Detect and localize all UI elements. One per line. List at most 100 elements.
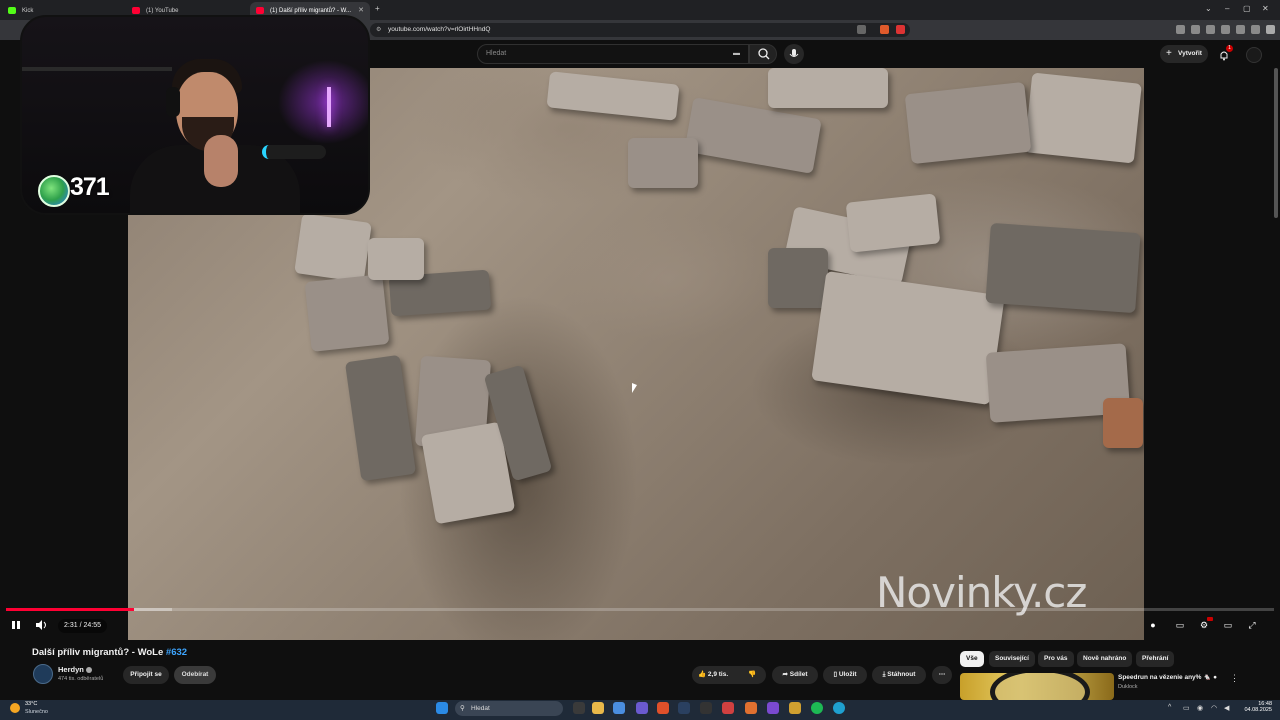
share-icon: ➦ xyxy=(782,671,788,678)
chip-related[interactable]: Související xyxy=(989,651,1035,667)
download-label: Stáhnout xyxy=(887,671,916,678)
channel-avatar[interactable] xyxy=(33,664,53,684)
vpn-icon[interactable] xyxy=(1251,25,1260,34)
dislike-button[interactable]: 👎 xyxy=(748,666,756,684)
video-title-text: Další příliv migrantů? - WoLe xyxy=(32,647,166,658)
stone xyxy=(811,271,1005,405)
microphone-arm xyxy=(262,145,326,159)
share-button[interactable]: ➦ Sdílet xyxy=(772,666,818,684)
stone xyxy=(768,248,828,308)
globe-icon xyxy=(38,175,70,207)
taskbar-clock[interactable]: 16:48 04.08.2025 xyxy=(1242,701,1272,713)
discord-icon[interactable] xyxy=(636,702,648,714)
weather-temperature[interactable]: 33°C xyxy=(25,701,37,707)
channel-name[interactable]: Herdyn xyxy=(58,665,92,674)
hd-badge xyxy=(1207,617,1213,621)
time-display: 2:31 / 24:55 xyxy=(58,619,107,633)
task-view-icon[interactable] xyxy=(573,702,585,714)
keyboard-icon[interactable]: ▬ xyxy=(733,45,740,63)
store-icon[interactable] xyxy=(613,702,625,714)
volume-button[interactable] xyxy=(35,619,49,634)
url-field[interactable]: ⚙ youtube.com/watch?v=rlOirtHHndQ xyxy=(370,23,910,37)
progress-bar[interactable] xyxy=(6,608,1274,611)
extension-icon[interactable] xyxy=(1176,25,1185,34)
theater-mode-icon[interactable]: ▭ xyxy=(1222,619,1234,631)
chip-watched[interactable]: Přehrání xyxy=(1136,651,1175,667)
save-button[interactable]: ▯ Uložit xyxy=(823,666,867,684)
wallet-icon[interactable] xyxy=(1221,25,1230,34)
network-icon[interactable]: ◠ xyxy=(1211,704,1217,712)
search-button[interactable] xyxy=(749,44,777,64)
chip-for-you[interactable]: Pro vás xyxy=(1038,651,1074,667)
site-info-icon[interactable]: ⚙ xyxy=(376,23,381,37)
weather-condition[interactable]: Slunečno xyxy=(25,709,48,715)
share-label: Sdílet xyxy=(789,671,808,678)
pause-button[interactable] xyxy=(10,619,22,634)
chip-all[interactable]: Vše xyxy=(960,651,984,667)
volume-icon xyxy=(36,620,46,630)
webcam-overlay: 371 xyxy=(20,15,370,215)
tray-chevron-icon[interactable]: ^ xyxy=(1168,704,1171,711)
media-icon[interactable] xyxy=(1191,25,1200,34)
stone xyxy=(684,97,822,174)
create-label: Vytvořit xyxy=(1178,50,1202,57)
taskbar-search-placeholder: Hledat xyxy=(471,705,490,712)
edge-icon[interactable] xyxy=(833,702,845,714)
recommended-channel[interactable]: Duklock xyxy=(1118,684,1138,690)
steam-icon[interactable] xyxy=(678,702,690,714)
minimize-icon[interactable]: – xyxy=(1225,4,1229,13)
cast-icon[interactable] xyxy=(857,25,866,34)
search-placeholder: Hledat xyxy=(486,50,507,57)
notification-badge: 1 xyxy=(1226,45,1233,52)
settings-button[interactable]: ⚙ xyxy=(1198,617,1213,631)
tab-list-icon[interactable]: ⌄ xyxy=(1205,4,1212,13)
sun-icon[interactable] xyxy=(10,703,20,713)
recommended-title[interactable]: Speedrun na vězenie any% 🐁 ● xyxy=(1118,673,1217,681)
new-tab-icon[interactable]: + xyxy=(375,4,380,13)
close-window-icon[interactable]: ✕ xyxy=(1262,4,1269,13)
join-button[interactable]: Připojit se xyxy=(123,666,169,684)
like-button[interactable]: 👍 2,9 tis. xyxy=(698,671,728,678)
menu-icon[interactable] xyxy=(1266,25,1275,34)
more-actions-button[interactable]: ⋯ xyxy=(932,666,952,684)
speaker-icon[interactable]: ◀ xyxy=(1224,704,1229,712)
brave-rewards-icon[interactable] xyxy=(896,25,905,34)
spotify-icon[interactable] xyxy=(811,702,823,714)
file-explorer-icon[interactable] xyxy=(592,702,604,714)
close-tab-icon[interactable]: ✕ xyxy=(358,2,364,20)
tray-icon[interactable]: ▭ xyxy=(1183,704,1190,712)
brave-shields-icon[interactable] xyxy=(880,25,889,34)
autoplay-toggle[interactable]: ● xyxy=(1147,619,1159,631)
leo-ai-icon[interactable] xyxy=(1236,25,1245,34)
chip-recently-uploaded[interactable]: Nově nahráno xyxy=(1077,651,1133,667)
tray-icon[interactable]: ◉ xyxy=(1197,704,1203,712)
download-button[interactable]: ⤓ Stáhnout xyxy=(872,666,926,684)
subscriber-count: 474 tis. odběratelů xyxy=(58,676,104,682)
viewer-count: 371 xyxy=(70,173,110,201)
video-hashtag[interactable]: #632 xyxy=(166,647,187,658)
brave-icon[interactable] xyxy=(657,702,669,714)
sidebar-icon[interactable] xyxy=(1206,25,1215,34)
create-button[interactable]: + Vytvořit xyxy=(1160,45,1208,63)
windows-start-icon[interactable] xyxy=(436,702,448,714)
app-icon[interactable] xyxy=(767,702,779,714)
maximize-icon[interactable]: ▢ xyxy=(1243,4,1251,13)
app-icon[interactable] xyxy=(700,702,712,714)
recommended-more-icon[interactable]: ⋮ xyxy=(1230,673,1239,684)
app-icon[interactable] xyxy=(789,702,801,714)
fullscreen-icon[interactable]: ⤢ xyxy=(1246,619,1258,631)
notifications-button[interactable]: 1 xyxy=(1218,45,1233,61)
page-scrollbar[interactable] xyxy=(1274,68,1278,218)
subtitles-icon[interactable]: ▭ xyxy=(1174,619,1186,631)
taskbar-search-input[interactable]: ⚲ Hledat xyxy=(455,701,563,716)
search-input[interactable]: Hledat ▬ xyxy=(477,44,749,64)
kick-favicon-icon xyxy=(8,7,16,14)
channel-name-text: Herdyn xyxy=(58,665,84,674)
avatar[interactable] xyxy=(1246,47,1262,63)
voice-search-button[interactable] xyxy=(784,44,804,64)
app-icon[interactable] xyxy=(722,702,734,714)
subscribe-button[interactable]: Odebírat xyxy=(174,666,216,684)
recommended-thumbnail[interactable] xyxy=(960,673,1114,700)
wall-shelf xyxy=(22,67,172,71)
app-icon[interactable] xyxy=(745,702,757,714)
